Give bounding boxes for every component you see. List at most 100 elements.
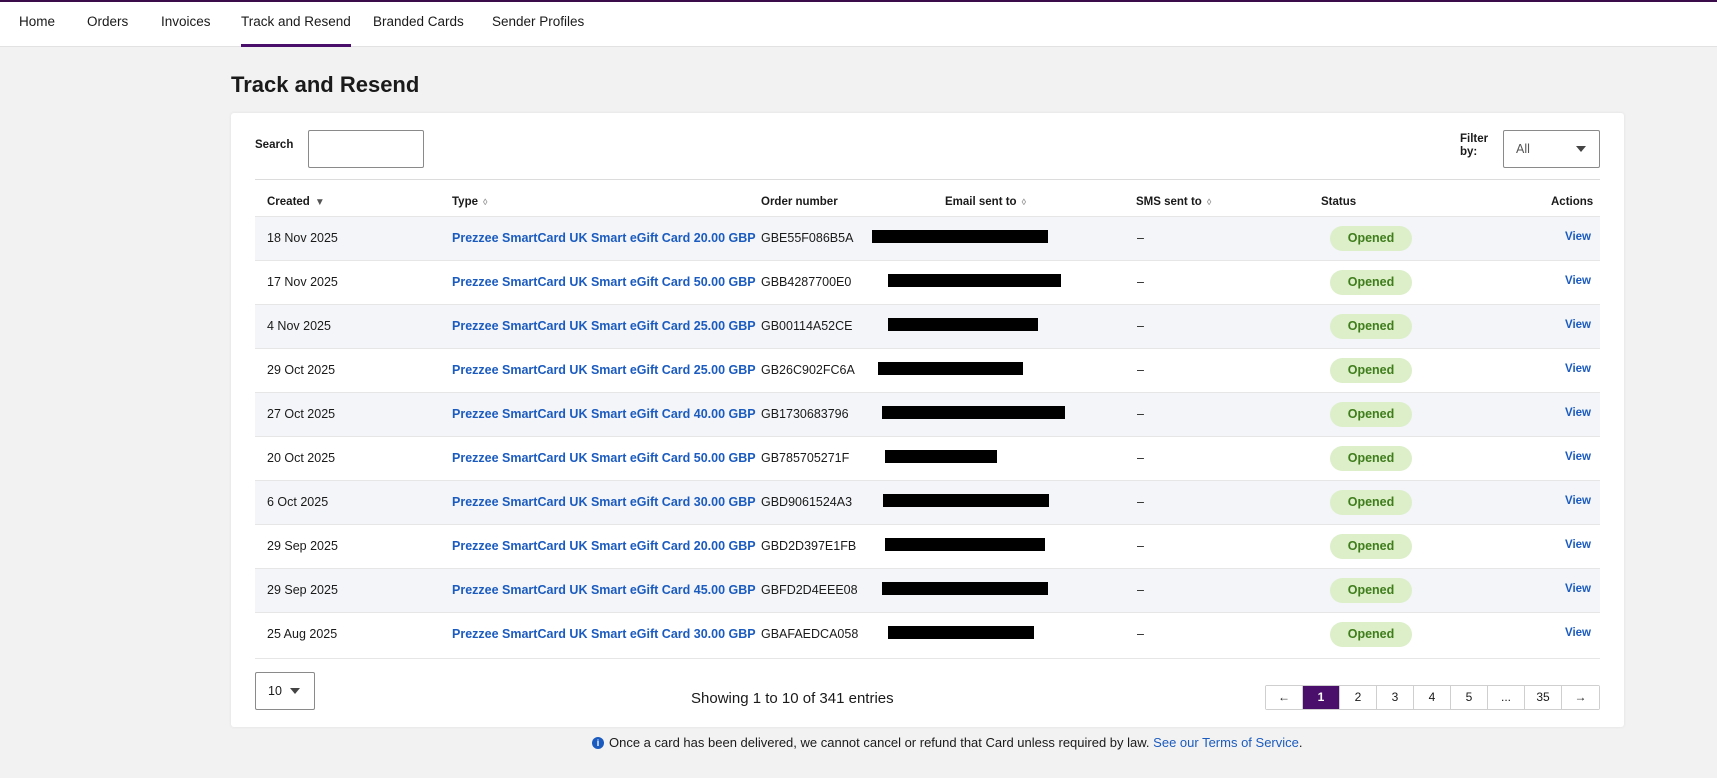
- table-row: 29 Oct 2025 Prezzee SmartCard UK Smart eG…: [255, 348, 1600, 392]
- redacted-email: [878, 362, 1023, 375]
- card-type-link[interactable]: Prezzee SmartCard UK Smart eGift Card 50…: [452, 451, 756, 465]
- sms-sent-to: –: [1137, 539, 1144, 553]
- nav-item-sender-profiles[interactable]: Sender Profiles: [492, 2, 584, 47]
- redacted-email: [883, 494, 1049, 507]
- view-link[interactable]: View: [1565, 231, 1591, 243]
- card-type-link[interactable]: Prezzee SmartCard UK Smart eGift Card 45…: [452, 583, 756, 597]
- filter-value: All: [1516, 142, 1530, 156]
- pagination-ellipsis: ...: [1488, 686, 1525, 709]
- view-link[interactable]: View: [1565, 539, 1591, 551]
- table-divider: [255, 179, 1600, 180]
- column-header-email[interactable]: Email sent to ◊: [945, 196, 1026, 208]
- page-button-5[interactable]: 5: [1451, 686, 1488, 709]
- view-link[interactable]: View: [1565, 275, 1591, 287]
- table-row: 20 Oct 2025 Prezzee SmartCard UK Smart eG…: [255, 436, 1600, 480]
- status-badge: Opened: [1330, 402, 1412, 427]
- nav-item-home[interactable]: Home: [19, 2, 55, 47]
- status-badge: Opened: [1330, 578, 1412, 603]
- table-row: 6 Oct 2025 Prezzee SmartCard UK Smart eGi…: [255, 480, 1600, 524]
- redacted-email: [888, 626, 1034, 639]
- sms-sent-to: –: [1137, 495, 1144, 509]
- notice-end: .: [1298, 735, 1303, 750]
- created-date: 27 Oct 2025: [267, 407, 336, 421]
- view-link[interactable]: View: [1565, 583, 1591, 595]
- nav-item-branded-cards[interactable]: Branded Cards: [373, 2, 464, 47]
- sort-desc-icon: ▼: [314, 197, 325, 208]
- refund-notice: i Once a card has been delivered, we cann…: [592, 735, 1303, 750]
- table-row: 18 Nov 2025 Prezzee SmartCard UK Smart eG…: [255, 216, 1600, 260]
- redacted-email: [885, 538, 1045, 551]
- view-link[interactable]: View: [1565, 495, 1591, 507]
- info-icon: i: [592, 737, 604, 749]
- page-button-35[interactable]: 35: [1525, 686, 1562, 709]
- created-date: 29 Sep 2025: [267, 583, 338, 597]
- column-header-order-number: Order number: [761, 196, 838, 208]
- created-date: 17 Nov 2025: [267, 275, 338, 289]
- sms-sent-to: –: [1137, 583, 1144, 597]
- view-link[interactable]: View: [1565, 627, 1591, 639]
- search-input[interactable]: [308, 130, 424, 168]
- notice-text: Once a card has been delivered, we canno…: [609, 735, 1150, 750]
- filter-label: Filter by:: [1460, 133, 1489, 158]
- page-button-4[interactable]: 4: [1414, 686, 1451, 709]
- card-type-link[interactable]: Prezzee SmartCard UK Smart eGift Card 25…: [452, 363, 756, 377]
- order-number: GB1730683796: [761, 407, 849, 421]
- card-type-link[interactable]: Prezzee SmartCard UK Smart eGift Card 50…: [452, 275, 756, 289]
- page-size-select[interactable]: 10: [255, 672, 315, 710]
- top-nav: Home Orders Invoices Track and Resend Br…: [0, 2, 1717, 47]
- status-badge: Opened: [1330, 534, 1412, 559]
- redacted-email: [882, 406, 1065, 419]
- status-badge: Opened: [1330, 226, 1412, 251]
- table-row: 17 Nov 2025 Prezzee SmartCard UK Smart eG…: [255, 260, 1600, 304]
- page-button-2[interactable]: 2: [1340, 686, 1377, 709]
- created-date: 18 Nov 2025: [267, 231, 338, 245]
- order-number: GBB4287700E0: [761, 275, 852, 289]
- next-page-arrow-icon[interactable]: →: [1562, 686, 1599, 709]
- table-row: 25 Aug 2025 Prezzee SmartCard UK Smart eG…: [255, 612, 1600, 656]
- order-number: GBD2D397E1FB: [761, 539, 857, 553]
- nav-item-track-and-resend[interactable]: Track and Resend: [241, 2, 351, 47]
- order-number: GBD9061524A3: [761, 495, 853, 509]
- card-type-link[interactable]: Prezzee SmartCard UK Smart eGift Card 20…: [452, 231, 756, 245]
- terms-of-service-link[interactable]: See our Terms of Service: [1153, 735, 1299, 750]
- view-link[interactable]: View: [1565, 451, 1591, 463]
- sms-sent-to: –: [1137, 275, 1144, 289]
- created-date: 29 Oct 2025: [267, 363, 336, 377]
- created-date: 20 Oct 2025: [267, 451, 336, 465]
- status-badge: Opened: [1330, 314, 1412, 339]
- column-header-created[interactable]: Created ▼: [267, 196, 325, 208]
- nav-item-orders[interactable]: Orders: [87, 2, 128, 47]
- prev-page-arrow-icon[interactable]: ←: [1266, 686, 1303, 709]
- card-type-link[interactable]: Prezzee SmartCard UK Smart eGift Card 25…: [452, 319, 756, 333]
- sms-sent-to: –: [1137, 319, 1144, 333]
- order-number: GBFD2D4EEE08: [761, 583, 858, 597]
- chevron-down-icon: [1576, 146, 1586, 152]
- redacted-email: [882, 582, 1048, 595]
- pagination: ← 1 2 3 4 5... 35 →: [1265, 685, 1600, 710]
- page-size-value: 10: [268, 684, 282, 698]
- card-type-link[interactable]: Prezzee SmartCard UK Smart eGift Card 30…: [452, 495, 756, 509]
- nav-item-invoices[interactable]: Invoices: [161, 2, 211, 47]
- view-link[interactable]: View: [1565, 407, 1591, 419]
- view-link[interactable]: View: [1565, 363, 1591, 375]
- page-button-1[interactable]: 1: [1303, 686, 1340, 709]
- column-header-sms[interactable]: SMS sent to ◊: [1136, 196, 1211, 208]
- orders-card: Search Filter by: All Created ▼ Type ◊ Ord…: [231, 113, 1624, 727]
- created-date: 25 Aug 2025: [267, 627, 338, 641]
- filter-select[interactable]: All: [1503, 130, 1600, 168]
- status-badge: Opened: [1330, 270, 1412, 295]
- sms-sent-to: –: [1137, 231, 1144, 245]
- status-badge: Opened: [1330, 446, 1412, 471]
- order-number: GBE55F086B5A: [761, 231, 854, 245]
- table-row: 4 Nov 2025 Prezzee SmartCard UK Smart eGi…: [255, 304, 1600, 348]
- page-button-3[interactable]: 3: [1377, 686, 1414, 709]
- view-link[interactable]: View: [1565, 319, 1591, 331]
- column-header-type[interactable]: Type ◊: [452, 196, 487, 208]
- sort-icon: ◊: [483, 197, 488, 207]
- card-type-link[interactable]: Prezzee SmartCard UK Smart eGift Card 30…: [452, 627, 756, 641]
- card-type-link[interactable]: Prezzee SmartCard UK Smart eGift Card 40…: [452, 407, 756, 421]
- column-header-actions: Actions: [1551, 196, 1594, 208]
- redacted-email: [888, 318, 1038, 331]
- order-number: GBAFAEDCA058: [761, 627, 859, 641]
- card-type-link[interactable]: Prezzee SmartCard UK Smart eGift Card 20…: [452, 539, 756, 553]
